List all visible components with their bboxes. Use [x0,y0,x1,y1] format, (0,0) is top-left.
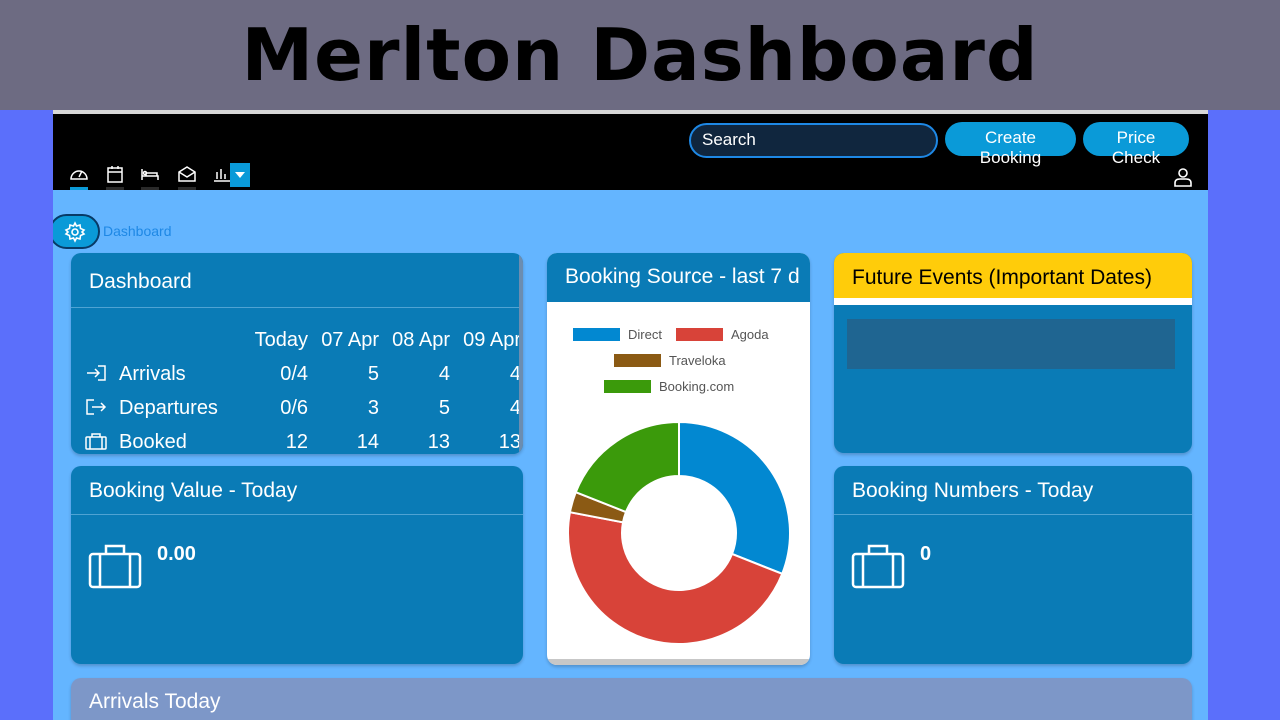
arrivals-today-card: Arrivals Today [71,678,1192,720]
dashboard-card: Dashboard Today 07 Apr 08 Apr 09 Apr Arr… [71,253,523,454]
briefcase-icon [85,432,107,450]
donut-slice-direct[interactable] [678,420,791,576]
cell-value: 13 [427,430,450,453]
search-placeholder: Search [702,130,756,149]
legend-label[interactable]: Booking.com [659,379,734,394]
title-banner: Merlton Dashboard [0,0,1280,110]
booking-source-card: Booking Source - last 7 d Direct Agoda Tra… [547,253,810,665]
table-row[interactable]: Departures 0/6 3 5 4 [85,391,521,425]
price-check-button[interactable]: Price Check [1083,122,1189,167]
column-header: 08 Apr [392,328,450,351]
nav-indicator [106,187,124,190]
card-title: Arrivals Today [89,690,221,713]
stats-table: Today 07 Apr 08 Apr 09 Apr Arrivals 0/4 … [85,323,521,454]
gear-icon [64,220,85,243]
booking-value: 0.00 [157,543,196,565]
mail-icon[interactable] [177,164,197,184]
cell-value: 0/4 [280,362,309,385]
search-input[interactable]: Search [689,123,938,158]
user-icon[interactable] [1172,166,1194,188]
nav-active-indicator [70,187,88,190]
chevron-down-icon [235,172,245,178]
legend-swatch[interactable] [604,380,651,393]
donut-slice-bookingcom[interactable] [574,420,680,514]
calendar-icon[interactable] [105,164,125,184]
column-header: 07 Apr [321,328,380,351]
booking-value-card: Booking Value - Today 0.00 [71,466,523,664]
table-header-row: Today 07 Apr 08 Apr 09 Apr [85,323,521,357]
dashboard-icon[interactable] [69,164,89,184]
bed-icon[interactable] [140,164,160,184]
cell-value: 3 [367,396,380,419]
cell-value: 4 [438,362,450,385]
reports-icon[interactable] [212,164,232,184]
top-navbar: Search Create Booking Price Check [53,110,1208,190]
cell-value: 13 [498,430,521,453]
legend-label[interactable]: Direct [628,327,662,342]
row-label: Departures [119,396,218,419]
breadcrumb-label[interactable]: Dashboard [103,223,172,239]
cell-value: 5 [438,396,450,419]
app-window: Search Create Booking Price Check Dashbo… [53,110,1208,720]
booking-numbers-card: Booking Numbers - Today 0 [834,466,1192,664]
column-header: 09 Apr [463,328,521,351]
booking-count: 0 [920,543,932,565]
settings-button[interactable] [53,214,100,249]
column-header: Today [254,328,309,351]
row-label: Arrivals [119,362,186,385]
future-events-card: Future Events (Important Dates) [834,253,1192,453]
card-title: Booking Numbers - Today [834,466,1192,515]
legend-swatch[interactable] [614,354,661,367]
briefcase-icon [851,544,905,589]
cell-value: 4 [509,396,521,419]
cell-value: 14 [356,430,380,453]
cell-value: 4 [509,362,521,385]
table-row[interactable]: Arrivals 0/4 5 4 4 [85,357,521,391]
page-title: Merlton Dashboard [241,13,1039,97]
sign-out-icon [86,398,107,415]
legend-swatch[interactable] [573,328,620,341]
breadcrumb[interactable]: Dashboard [103,223,172,239]
table-row[interactable]: Booked 12 14 13 13 [85,425,521,454]
vertical-scrollbar[interactable] [519,253,523,454]
card-title: Booking Value - Today [71,466,523,515]
nav-indicator [141,187,159,190]
events-list [847,319,1175,369]
row-label: Booked [119,430,187,453]
card-title: Booking Source - last 7 d [547,253,810,302]
cell-value: 5 [367,362,380,385]
card-title: Dashboard [71,253,523,308]
legend-label[interactable]: Traveloka [669,353,726,368]
card-footer-bar [547,659,810,665]
briefcase-icon [88,544,142,589]
cell-value: 0/6 [280,396,309,419]
sign-in-icon [87,364,106,381]
nav-indicator [178,187,196,190]
cell-value: 12 [285,430,309,453]
card-title: Future Events (Important Dates) [834,253,1192,305]
booking-source-chart: Direct Agoda Traveloka Booking.com [567,327,791,645]
reports-dropdown-toggle[interactable] [230,163,250,187]
legend-swatch[interactable] [676,328,723,341]
legend-label[interactable]: Agoda [731,327,769,342]
create-booking-button[interactable]: Create Booking [945,122,1076,167]
